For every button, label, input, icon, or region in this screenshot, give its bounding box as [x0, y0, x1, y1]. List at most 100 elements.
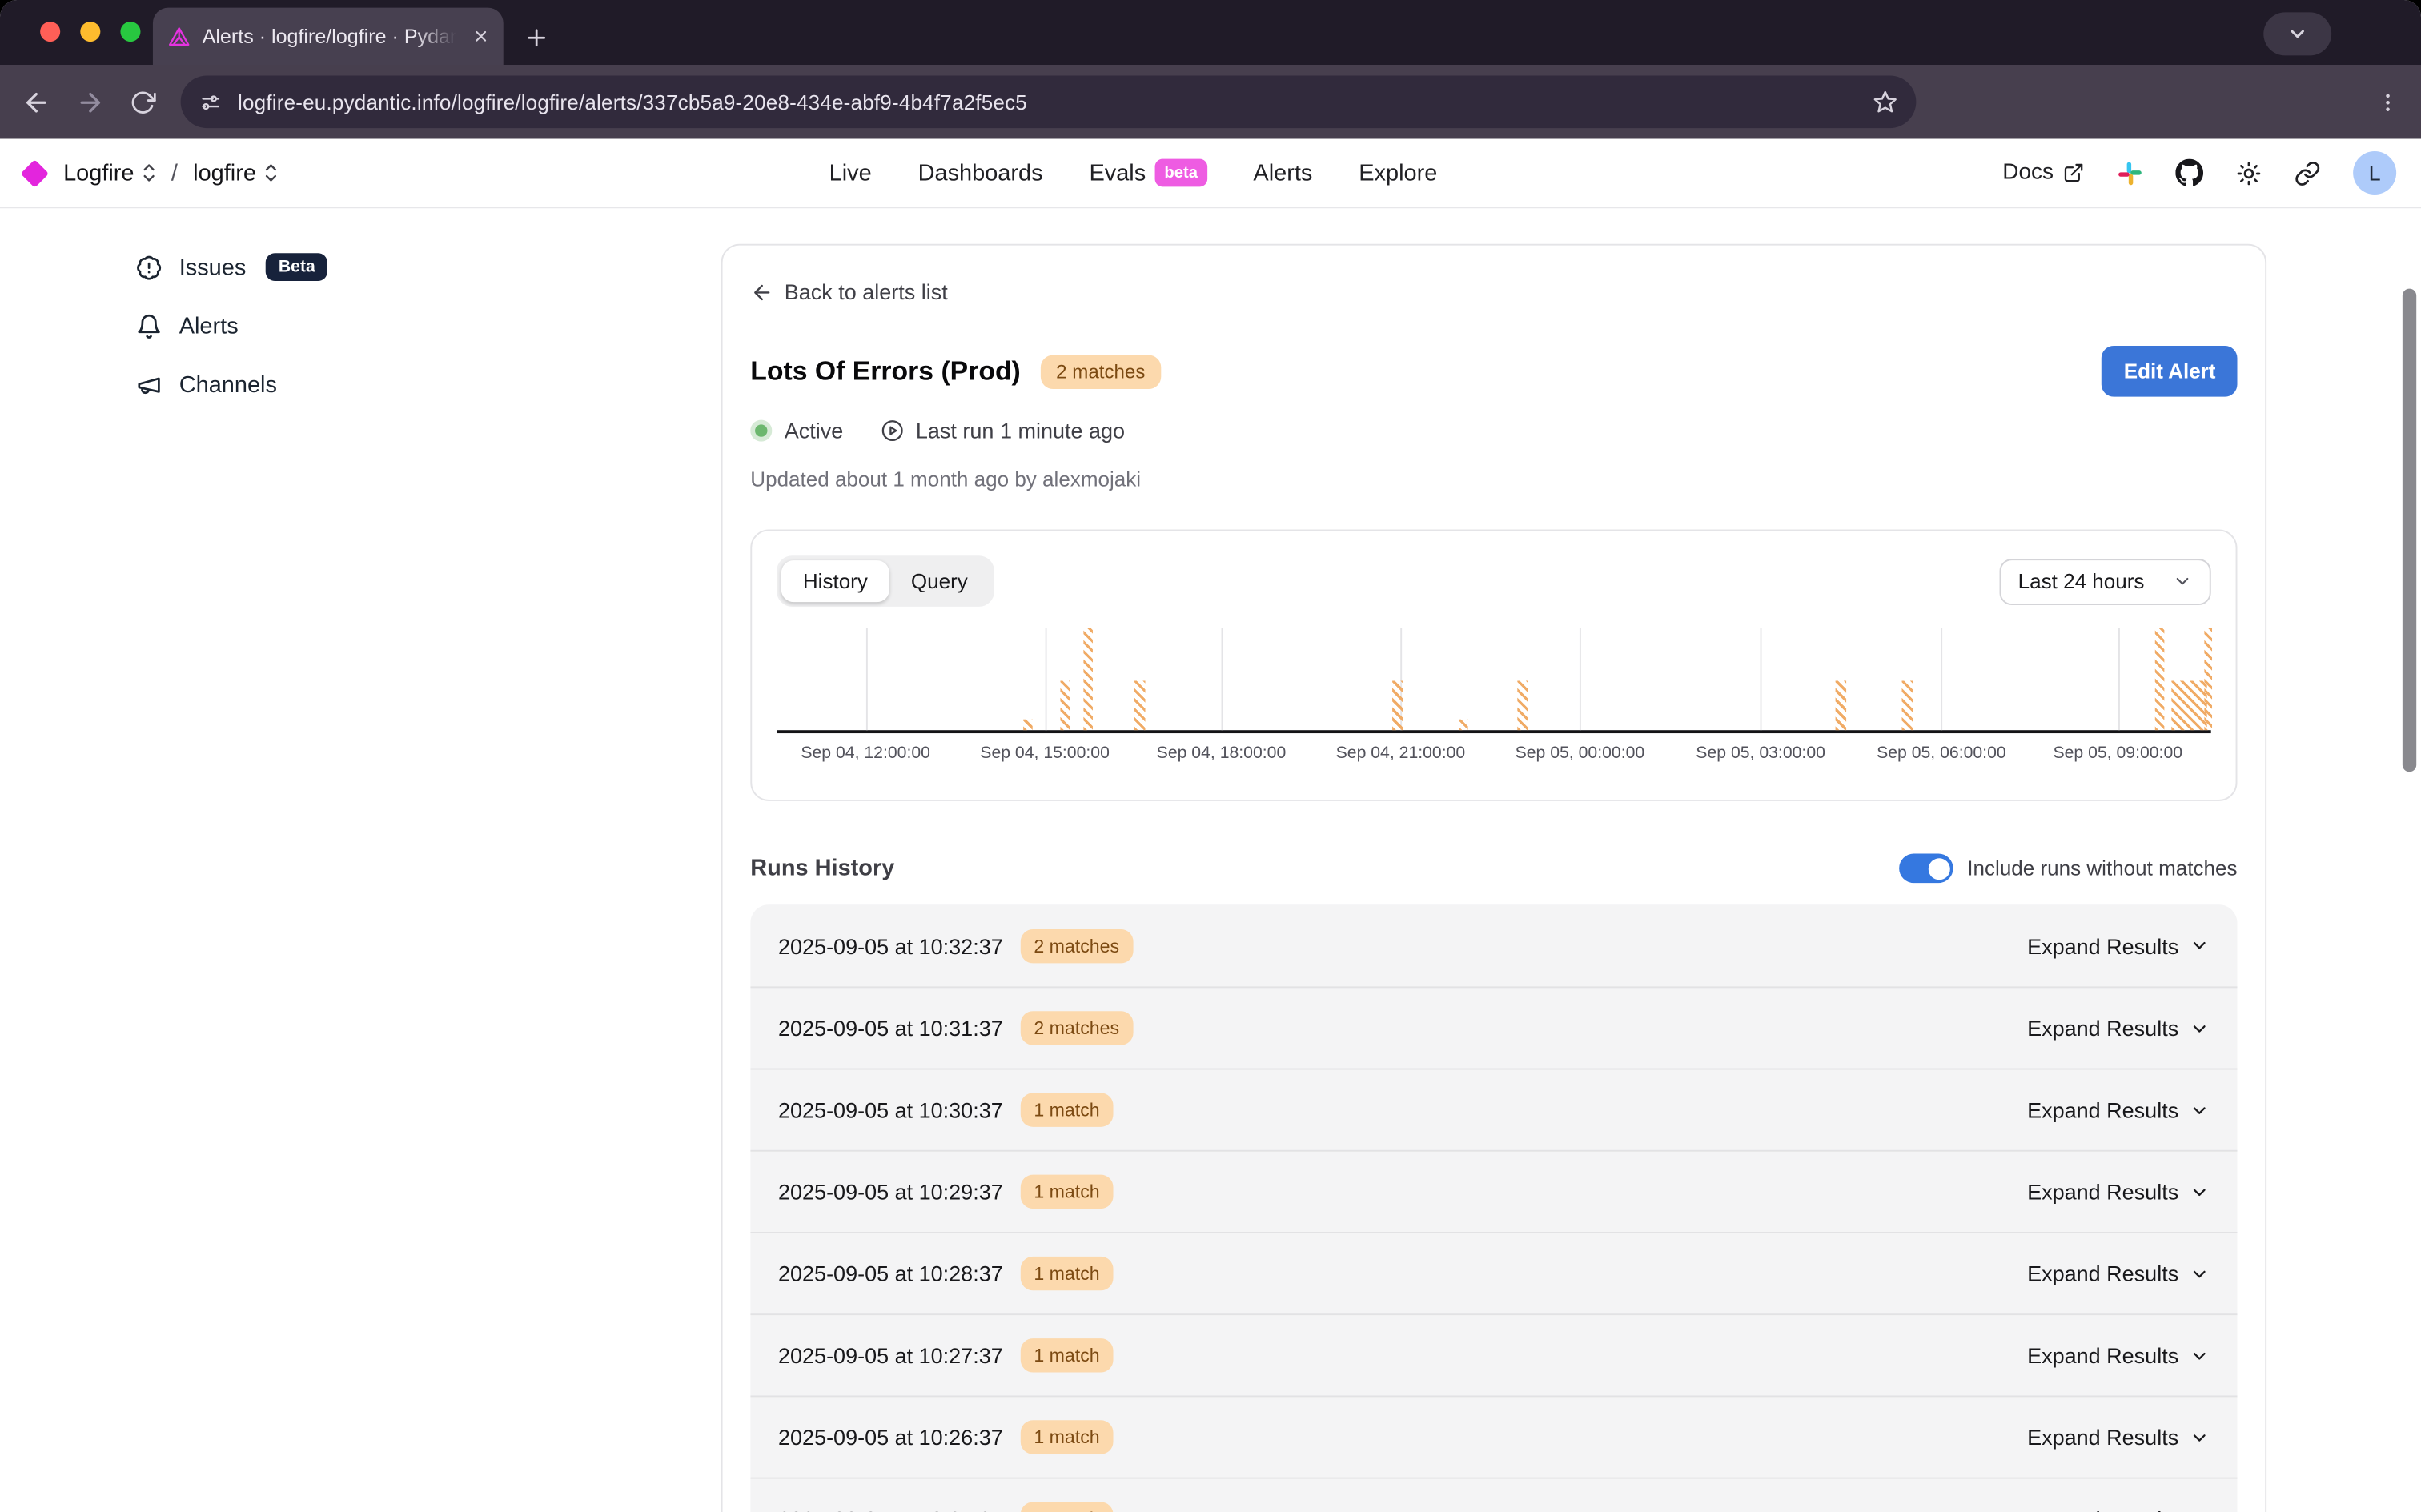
chart-gridline: [1045, 628, 1046, 730]
tab-title: Alerts · logfire/logfire · Pydant: [203, 25, 462, 48]
chart-x-tick-label: Sep 04, 12:00:00: [801, 744, 930, 763]
history-query-tabs: History Query: [777, 555, 994, 607]
org-name: Logfire: [63, 160, 134, 186]
last-run-label: Last run 1 minute ago: [916, 419, 1125, 443]
run-timestamp: 2025-09-05 at 10:32:37: [778, 933, 1003, 958]
close-tab-icon[interactable]: [472, 28, 489, 45]
nav-explore[interactable]: Explore: [1359, 160, 1437, 186]
run-row[interactable]: 2025-09-05 at 10:27:37 1 match Expand Resu…: [750, 1313, 2237, 1395]
back-button[interactable]: [22, 87, 51, 117]
chart-bar: [2205, 628, 2212, 730]
bookmark-star-icon[interactable]: [1873, 90, 1897, 114]
project-name: logfire: [193, 160, 256, 186]
sidebar-item-issues[interactable]: Issues Beta: [136, 250, 328, 283]
nav-dashboards[interactable]: Dashboards: [918, 160, 1043, 186]
sidebar-item-alerts[interactable]: Alerts: [136, 309, 328, 343]
browser-toolbar: logfire-eu.pydantic.info/logfire/logfire…: [0, 65, 2421, 139]
project-switcher[interactable]: logfire: [193, 160, 278, 186]
chevron-updown-icon: [142, 162, 155, 183]
run-timestamp: 2025-09-05 at 10:31:37: [778, 1016, 1003, 1041]
nav-evals[interactable]: Evalsbeta: [1089, 159, 1206, 187]
new-tab-button[interactable]: [524, 25, 550, 51]
docs-link[interactable]: Docs: [2002, 161, 2084, 186]
sidebar-item-channels[interactable]: Channels: [136, 367, 328, 401]
badge-alert-icon: [136, 254, 163, 280]
reload-button[interactable]: [130, 89, 156, 115]
run-row[interactable]: 2025-09-05 at 10:30:371 matchExpand Resu…: [750, 1069, 2237, 1150]
match-count-badge: 1 match: [1020, 1420, 1114, 1454]
chevron-down-icon: [2190, 1346, 2210, 1366]
slack-icon[interactable]: [2117, 160, 2143, 186]
history-chart-plot[interactable]: [777, 628, 2211, 733]
expand-results-button[interactable]: Expand Results: [2027, 1506, 2210, 1512]
expand-results-button[interactable]: Expand Results: [2027, 1343, 2210, 1368]
expand-results-button[interactable]: Expand Results: [2027, 1097, 2210, 1122]
chart-gridline: [1761, 628, 1762, 730]
tab-query[interactable]: Query: [889, 560, 990, 602]
chart-gridline: [1941, 628, 1943, 730]
site-settings-icon[interactable]: [199, 90, 223, 114]
edit-alert-button[interactable]: Edit Alert: [2102, 346, 2238, 397]
beta-badge: beta: [1155, 159, 1207, 187]
browser-menu-icon[interactable]: [2376, 90, 2399, 114]
expand-results-button[interactable]: Expand Results: [2027, 1425, 2210, 1450]
expand-results-button[interactable]: Expand Results: [2027, 1261, 2210, 1286]
chart-bar: [2154, 628, 2165, 730]
close-window-button: [40, 22, 60, 42]
tab-search-button[interactable]: [2263, 12, 2331, 55]
expand-results-button[interactable]: Expand Results: [2027, 933, 2210, 958]
time-range-value: Last 24 hours: [2018, 570, 2145, 593]
chevron-down-icon: [2190, 1018, 2210, 1038]
chart-bar: [1836, 681, 1846, 730]
chart-x-tick-label: Sep 04, 18:00:00: [1157, 744, 1287, 763]
toggle-knob: [1928, 857, 1949, 879]
browser-window: Alerts · logfire/logfire · Pydant logfir…: [0, 0, 2421, 1512]
browser-tab[interactable]: Alerts · logfire/logfire · Pydant: [153, 8, 504, 65]
nav-alerts[interactable]: Alerts: [1253, 160, 1312, 186]
run-row[interactable]: 2025-09-05 at 10:25:371 matchExpand Resu…: [750, 1478, 2237, 1512]
back-to-alerts-link[interactable]: Back to alerts list: [750, 279, 2237, 304]
chart-gridline: [865, 628, 867, 730]
page-scrollbar-thumb[interactable]: [2403, 289, 2416, 772]
page-body: Issues Beta Alerts Channels Back to aler…: [0, 208, 2421, 1512]
url-bar[interactable]: logfire-eu.pydantic.info/logfire/logfire…: [181, 75, 1917, 128]
external-link-icon: [2063, 162, 2085, 183]
include-runs-toggle[interactable]: [1899, 853, 1953, 883]
chart-bar: [1517, 681, 1528, 730]
runs-list: 2025-09-05 at 10:32:37 2 matches Expand Re…: [750, 904, 2237, 1512]
run-row[interactable]: 2025-09-05 at 10:32:37 2 matches Expand Re…: [750, 904, 2237, 986]
runs-history-heading: Runs History: [750, 855, 894, 881]
run-timestamp: 2025-09-05 at 10:27:37: [778, 1343, 1003, 1368]
expand-results-button[interactable]: Expand Results: [2027, 1179, 2210, 1204]
macos-traffic-lights[interactable]: [40, 22, 140, 42]
org-switcher[interactable]: Logfire: [63, 160, 155, 186]
chart-bar: [2171, 681, 2207, 730]
match-count-badge: 2 matches: [1020, 928, 1133, 962]
run-timestamp: 2025-09-05 at 10:25:37: [778, 1506, 1003, 1512]
nav-live[interactable]: Live: [829, 160, 872, 186]
time-range-select[interactable]: Last 24 hours: [1999, 558, 2210, 604]
forward-button[interactable]: [75, 87, 105, 117]
expand-results-button[interactable]: Expand Results: [2027, 1016, 2210, 1041]
alert-detail-card: Back to alerts list Lots Of Errors (Prod…: [721, 244, 2266, 1512]
github-icon[interactable]: [2175, 159, 2203, 187]
run-row[interactable]: 2025-09-05 at 10:26:371 matchExpand Resu…: [750, 1395, 2237, 1477]
chevron-down-icon: [2190, 936, 2210, 956]
breadcrumb-separator: /: [168, 160, 181, 186]
run-row[interactable]: 2025-09-05 at 10:28:371 matchExpand Resu…: [750, 1232, 2237, 1313]
user-avatar[interactable]: L: [2353, 151, 2396, 195]
chart-bar: [1022, 720, 1033, 730]
tab-history[interactable]: History: [781, 560, 889, 602]
run-row[interactable]: 2025-09-05 at 10:29:371 matchExpand Resu…: [750, 1150, 2237, 1232]
theme-toggle-sun-icon[interactable]: [2236, 160, 2262, 186]
chart-gridline: [1221, 628, 1223, 730]
match-count-badge: 1 match: [1020, 1175, 1114, 1209]
sidebar-item-label: Channels: [179, 371, 277, 398]
browser-tab-strip: Alerts · logfire/logfire · Pydant: [0, 0, 2421, 65]
history-card: History Query Last 24 hours Sep 04, 12:0…: [750, 529, 2237, 800]
run-row[interactable]: 2025-09-05 at 10:31:372 matchesExpand Re…: [750, 986, 2237, 1068]
minimize-window-button: [80, 22, 100, 42]
chart-bar: [1083, 628, 1094, 730]
share-link-icon[interactable]: [2295, 160, 2321, 186]
match-count-badge: 1 match: [1020, 1338, 1114, 1372]
